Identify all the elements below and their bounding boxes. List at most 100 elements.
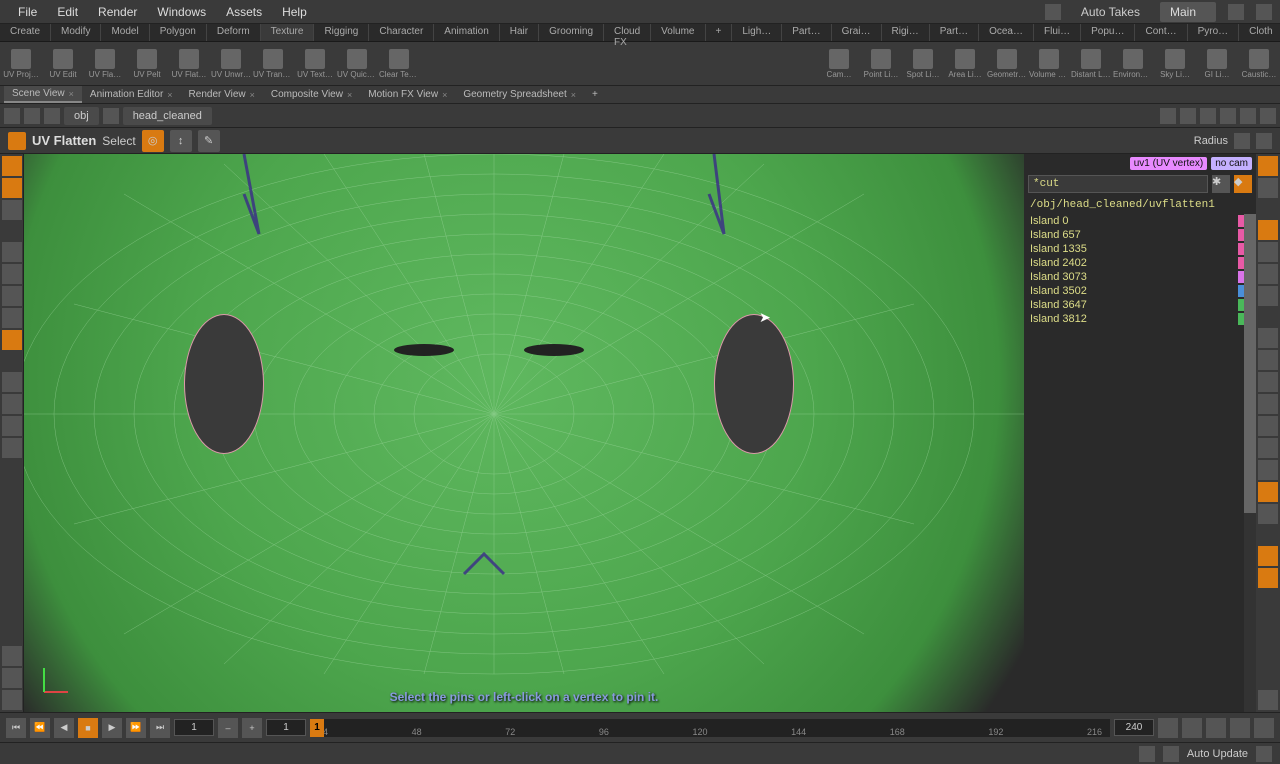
menu-windows[interactable]: Windows <box>147 1 216 23</box>
tool-icon[interactable] <box>2 156 22 176</box>
pane-tab-scene-view[interactable]: Scene View× <box>4 86 82 103</box>
mode-button-3[interactable]: ✎ <box>198 130 220 152</box>
close-icon[interactable]: × <box>571 90 576 100</box>
stop-button[interactable]: ■ <box>78 718 98 738</box>
shelf-tab[interactable]: Part… <box>930 24 979 41</box>
tool-button[interactable]: Point Li… <box>860 42 902 85</box>
shelf-tab[interactable]: Grooming <box>539 24 604 41</box>
decrement-button[interactable]: – <box>218 718 238 738</box>
shelf-tab[interactable]: Modify <box>51 24 101 41</box>
settings-icon[interactable] <box>1234 133 1250 149</box>
toolbar-icon[interactable] <box>1200 108 1216 124</box>
snap-icon[interactable] <box>2 438 22 458</box>
help-icon[interactable] <box>1256 133 1272 149</box>
add-tab[interactable]: + <box>706 24 733 41</box>
menu-assets[interactable]: Assets <box>216 1 272 23</box>
help-icon[interactable] <box>1256 4 1272 20</box>
back-icon[interactable] <box>4 108 20 124</box>
shelf-tab[interactable]: Rigi… <box>882 24 930 41</box>
tool-button[interactable]: Distant Li… <box>1070 42 1112 85</box>
menu-edit[interactable]: Edit <box>47 1 88 23</box>
shelf-tab[interactable]: Part… <box>782 24 831 41</box>
tool-button[interactable]: UV Edit <box>42 42 84 85</box>
add-pane-tab[interactable]: + <box>584 87 606 102</box>
end-frame-input[interactable] <box>1114 719 1154 736</box>
gear-icon[interactable] <box>2 690 22 710</box>
tool-icon[interactable] <box>2 416 22 436</box>
list-item[interactable]: Island 3812 <box>1024 312 1256 326</box>
shelf-tab[interactable]: Popu… <box>1081 24 1135 41</box>
display-icon[interactable] <box>1258 372 1278 392</box>
pane-tab[interactable]: Motion FX View× <box>360 87 455 102</box>
close-icon[interactable]: × <box>69 89 74 99</box>
auto-update-label[interactable]: Auto Update <box>1187 748 1248 760</box>
pane-tab[interactable]: Composite View× <box>263 87 360 102</box>
checkbox-icon[interactable] <box>1045 4 1061 20</box>
prev-keyframe-button[interactable]: ⏪ <box>30 718 50 738</box>
scrollbar[interactable] <box>1244 214 1256 712</box>
last-frame-button[interactable]: ⏭ <box>150 718 170 738</box>
tool-button[interactable]: UV Text… <box>294 42 336 85</box>
toolbar-icon[interactable] <box>1240 108 1256 124</box>
list-item[interactable]: Island 2402 <box>1024 256 1256 270</box>
shelf-tab[interactable]: Cloud FX <box>604 24 651 41</box>
list-item[interactable]: Island 3647 <box>1024 298 1256 312</box>
loop-icon[interactable] <box>1206 718 1226 738</box>
tool-icon[interactable] <box>2 286 22 306</box>
tool-button[interactable]: Sky Li… <box>1154 42 1196 85</box>
keyframe-icon[interactable] <box>1254 718 1274 738</box>
chevron-down-icon[interactable] <box>1256 746 1272 762</box>
tool-icon[interactable] <box>2 200 22 220</box>
auto-takes-label[interactable]: Auto Takes <box>1073 3 1148 21</box>
tool-button[interactable]: UV Quick S… <box>336 42 378 85</box>
list-item[interactable]: Island 0 <box>1024 214 1256 228</box>
close-icon[interactable]: × <box>167 90 172 100</box>
tool-button[interactable]: Caustic… <box>1238 42 1280 85</box>
island-list[interactable]: Island 0 Island 657 Island 1335 Island 2… <box>1024 214 1256 712</box>
camera-badge[interactable]: no cam <box>1211 157 1252 170</box>
display-icon[interactable] <box>1258 242 1278 262</box>
display-icon[interactable] <box>1258 178 1278 198</box>
shelf-tab[interactable]: Rigging <box>314 24 369 41</box>
tool-button[interactable]: Area Li… <box>944 42 986 85</box>
gear-icon[interactable] <box>1258 690 1278 710</box>
start-frame-input[interactable] <box>266 719 306 736</box>
house-icon[interactable] <box>44 108 60 124</box>
play-button[interactable]: ▶ <box>102 718 122 738</box>
realtime-icon[interactable] <box>1182 718 1202 738</box>
tool-icon[interactable] <box>2 646 22 666</box>
uv-viewport[interactable]: ➤ Select the pins or left-click on a ver… <box>24 154 1024 712</box>
tool-button[interactable]: UV Fla… <box>84 42 126 85</box>
display-icon[interactable] <box>1258 286 1278 306</box>
status-icon[interactable] <box>1139 746 1155 762</box>
menu-file[interactable]: File <box>8 1 47 23</box>
group-search-input[interactable] <box>1028 175 1208 193</box>
toolbar-icon[interactable] <box>1260 108 1276 124</box>
select-icon[interactable] <box>2 242 22 262</box>
mode-button-1[interactable]: ◎ <box>142 130 164 152</box>
tool-button[interactable]: UV Proj… <box>0 42 42 85</box>
desktop-selector[interactable]: Main <box>1160 2 1216 22</box>
tool-icon[interactable] <box>2 394 22 414</box>
timeline-track[interactable]: 1 24 48 72 96 120 144 168 192 216 <box>310 719 1110 737</box>
display-icon[interactable] <box>1258 546 1278 566</box>
tool-button[interactable]: UV Unwr… <box>210 42 252 85</box>
display-icon[interactable] <box>1258 220 1278 240</box>
shelf-tab-active[interactable]: Texture <box>261 24 315 41</box>
pane-tab[interactable]: Animation Editor× <box>82 87 181 102</box>
close-icon[interactable]: × <box>250 90 255 100</box>
list-item[interactable]: Island 3502 <box>1024 284 1256 298</box>
toolbar-icon[interactable] <box>1160 108 1176 124</box>
menu-render[interactable]: Render <box>88 1 147 23</box>
shelf-tab[interactable]: Create <box>0 24 51 41</box>
toolbar-icon[interactable] <box>1220 108 1236 124</box>
next-keyframe-button[interactable]: ⏩ <box>126 718 146 738</box>
tool-icon[interactable] <box>2 264 22 284</box>
tool-icon-active[interactable] <box>2 330 22 350</box>
list-item[interactable]: Island 1335 <box>1024 242 1256 256</box>
display-icon[interactable] <box>1258 504 1278 524</box>
display-icon[interactable] <box>1258 394 1278 414</box>
shelf-tab[interactable]: Deform <box>207 24 261 41</box>
display-icon[interactable] <box>1258 350 1278 370</box>
tool-button[interactable]: UV Flat… <box>168 42 210 85</box>
